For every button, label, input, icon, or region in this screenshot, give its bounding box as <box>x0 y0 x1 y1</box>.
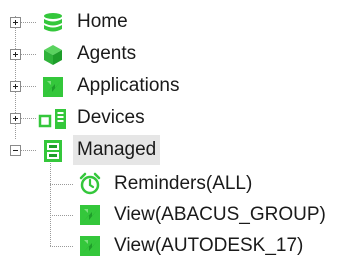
collapse-managed-button[interactable] <box>10 145 21 156</box>
tree-item-label: View(ABACUS_GROUP) <box>114 204 326 225</box>
view-icon <box>80 236 100 256</box>
tree-item-label: View(AUTODESK_17) <box>114 235 304 256</box>
devices-icon <box>38 109 66 129</box>
tree-item-label: Agents <box>77 43 137 64</box>
tree-item-label: Home <box>77 11 128 32</box>
expand-agents-button[interactable] <box>10 49 21 60</box>
alarm-clock-icon <box>79 172 101 195</box>
view-icon <box>80 205 100 225</box>
tree-item-label: Devices <box>77 107 145 128</box>
cube-icon <box>44 45 62 65</box>
database-icon <box>44 13 62 32</box>
expand-devices-button[interactable] <box>10 113 21 124</box>
tree-item-label: Applications <box>77 75 180 96</box>
expand-home-button[interactable] <box>10 17 21 28</box>
navigation-tree: Home Agents Applications Devices Managed… <box>0 0 341 261</box>
managed-icon <box>44 140 62 162</box>
expand-applications-button[interactable] <box>10 81 21 92</box>
tree-item-label: Reminders(ALL) <box>114 173 253 194</box>
tree-item-label: Managed <box>73 135 161 165</box>
applications-icon <box>43 77 63 97</box>
